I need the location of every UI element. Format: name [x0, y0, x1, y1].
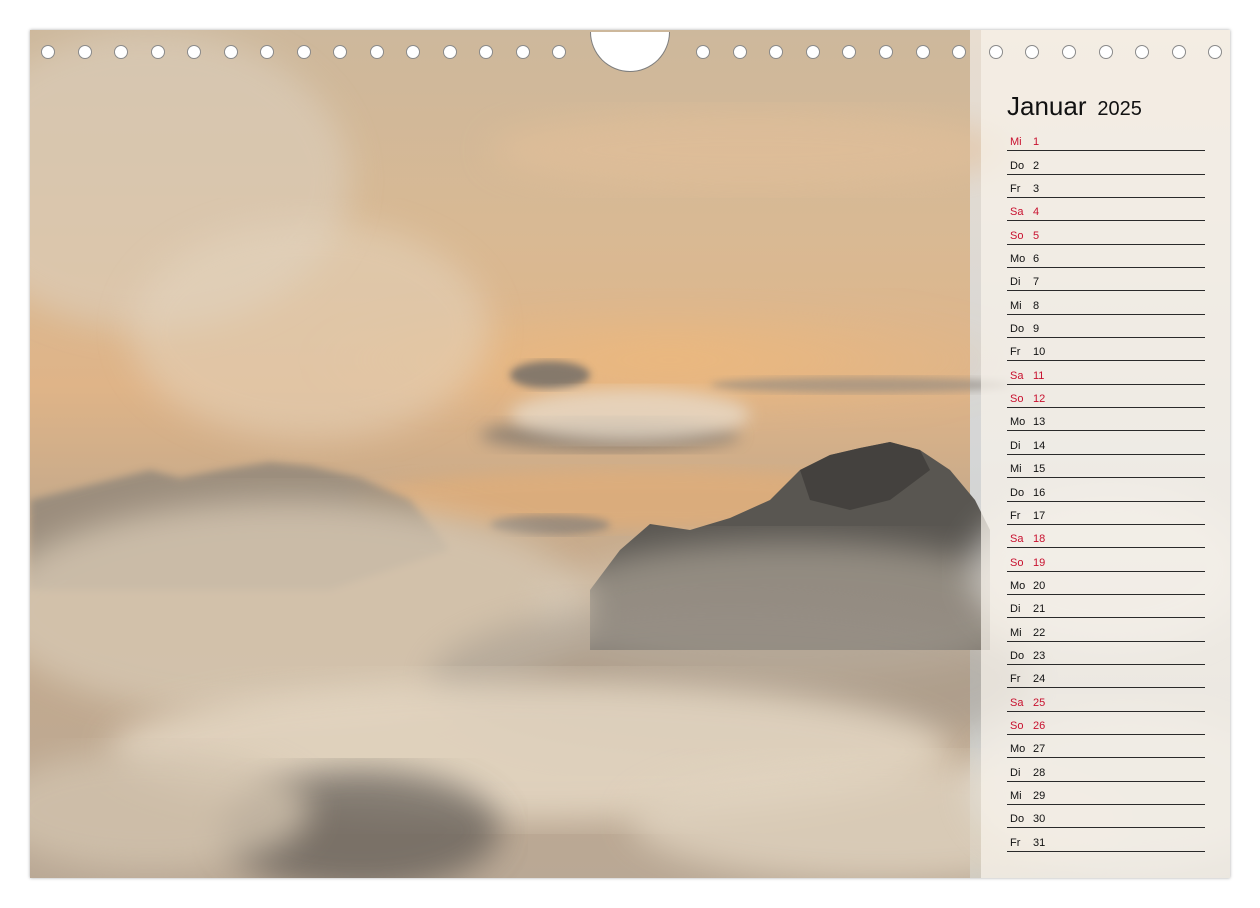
weekday-label: Di: [1010, 439, 1021, 452]
day-number: 7: [1033, 276, 1040, 289]
day-number: 18: [1033, 533, 1046, 546]
day-row: Mi 15: [1007, 455, 1205, 479]
day-row: Fr 10: [1007, 338, 1205, 362]
weekday-label: Mo: [1010, 416, 1026, 429]
day-number: 19: [1033, 556, 1046, 569]
day-row: Mo 20: [1007, 572, 1205, 595]
day-row: Sa 18: [1007, 525, 1205, 549]
day-row: So 12: [1007, 385, 1205, 409]
day-row: Fr 24: [1007, 665, 1205, 689]
weekday-label: So: [1010, 393, 1024, 406]
day-number: 13: [1033, 416, 1046, 429]
weekday-label: So: [1010, 719, 1024, 732]
day-number: 17: [1033, 509, 1046, 522]
day-number: 16: [1033, 486, 1046, 499]
day-number: 22: [1033, 626, 1046, 639]
day-row: Sa 4: [1007, 198, 1205, 222]
weekday-label: Do: [1010, 323, 1025, 336]
day-row: Di 21: [1007, 595, 1205, 619]
month-name: Januar: [1007, 91, 1087, 121]
weekday-label: Do: [1010, 159, 1025, 172]
day-row: So 19: [1007, 548, 1205, 572]
day-row: Sa 11: [1007, 361, 1205, 385]
weekday-label: Di: [1010, 766, 1021, 779]
day-number: 2: [1033, 159, 1040, 172]
day-number: 30: [1033, 813, 1046, 826]
day-row: Do 30: [1007, 805, 1205, 829]
day-number: 9: [1033, 323, 1040, 336]
day-row: Mo 27: [1007, 735, 1205, 759]
day-number: 12: [1033, 393, 1046, 406]
day-row: Do 2: [1007, 151, 1205, 175]
day-row: Fr 17: [1007, 502, 1205, 525]
day-number: 1: [1033, 136, 1040, 149]
weekday-label: Fr: [1010, 673, 1021, 686]
weekday-label: Fr: [1010, 346, 1021, 359]
day-row: Di 14: [1007, 431, 1205, 455]
weekday-label: Mi: [1010, 626, 1022, 639]
day-row: Sa 25: [1007, 688, 1205, 712]
month-title: Januar 2025: [1007, 86, 1142, 123]
day-number: 5: [1033, 229, 1040, 242]
weekday-label: So: [1010, 556, 1024, 569]
day-row: Fr 3: [1007, 175, 1205, 199]
day-row: Mi 22: [1007, 618, 1205, 642]
day-number: 29: [1033, 789, 1046, 802]
weekday-label: So: [1010, 229, 1024, 242]
weekday-label: Do: [1010, 486, 1025, 499]
weekday-label: Mi: [1010, 789, 1022, 802]
weekday-label: Mo: [1010, 579, 1026, 592]
day-number: 28: [1033, 766, 1046, 779]
day-row: Do 16: [1007, 478, 1205, 502]
day-number: 15: [1033, 463, 1046, 476]
day-number: 3: [1033, 183, 1040, 196]
day-number: 11: [1033, 369, 1045, 382]
day-number: 21: [1033, 603, 1046, 616]
day-number: 23: [1033, 649, 1046, 662]
weekday-label: Fr: [1010, 836, 1021, 849]
day-row: Mi 1: [1007, 128, 1205, 152]
weekday-label: Di: [1010, 603, 1021, 616]
day-row: Di 28: [1007, 758, 1205, 782]
day-row: So 26: [1007, 712, 1205, 735]
day-row: Do 23: [1007, 642, 1205, 665]
day-number: 25: [1033, 696, 1046, 709]
day-row: So 5: [1007, 221, 1205, 245]
day-number: 20: [1033, 579, 1046, 592]
weekday-label: Do: [1010, 649, 1025, 662]
weekday-label: Sa: [1010, 206, 1024, 219]
weekday-label: Mi: [1010, 463, 1022, 476]
day-number: 31: [1033, 836, 1046, 849]
day-number: 24: [1033, 673, 1046, 686]
weekday-label: Mi: [1010, 136, 1022, 149]
weekday-label: Fr: [1010, 509, 1021, 522]
day-row: Fr 31: [1007, 828, 1205, 852]
day-number: 4: [1033, 206, 1040, 219]
day-row: Mo 6: [1007, 245, 1205, 269]
day-number: 10: [1033, 346, 1046, 359]
weekday-label: Sa: [1010, 533, 1024, 546]
weekday-label: Mo: [1010, 253, 1026, 266]
day-row: Mi 8: [1007, 291, 1205, 315]
weekday-label: Do: [1010, 813, 1025, 826]
day-row: Do 9: [1007, 315, 1205, 339]
calendar-page: Januar 2025 Mi 1 Do 2 Fr 3 Sa 4 So 5 Mo 6 Di 7 Mi 8 Do 9 F…: [30, 30, 1230, 878]
day-number: 6: [1033, 253, 1040, 266]
day-number: 27: [1033, 743, 1046, 756]
day-number: 8: [1033, 299, 1040, 312]
day-number: 26: [1033, 719, 1046, 732]
year: 2025: [1097, 98, 1142, 120]
weekday-label: Mo: [1010, 743, 1026, 756]
weekday-label: Sa: [1010, 369, 1024, 382]
weekday-label: Mi: [1010, 299, 1022, 312]
weekday-label: Sa: [1010, 696, 1024, 709]
weekday-label: Fr: [1010, 183, 1021, 196]
day-row: Mi 29: [1007, 782, 1205, 805]
day-list: Mi 1 Do 2 Fr 3 Sa 4 So 5 Mo 6 Di 7 Mi 8 Do 9 Fr 10 Sa 11 So 12 M…: [1007, 128, 1205, 852]
day-number: 14: [1033, 439, 1046, 452]
day-row: Di 7: [1007, 268, 1205, 292]
day-row: Mo 13: [1007, 408, 1205, 432]
weekday-label: Di: [1010, 276, 1021, 289]
calendar-panel: Januar 2025 Mi 1 Do 2 Fr 3 Sa 4 So 5 Mo 6 Di 7 Mi 8 Do 9 F…: [981, 30, 1230, 878]
